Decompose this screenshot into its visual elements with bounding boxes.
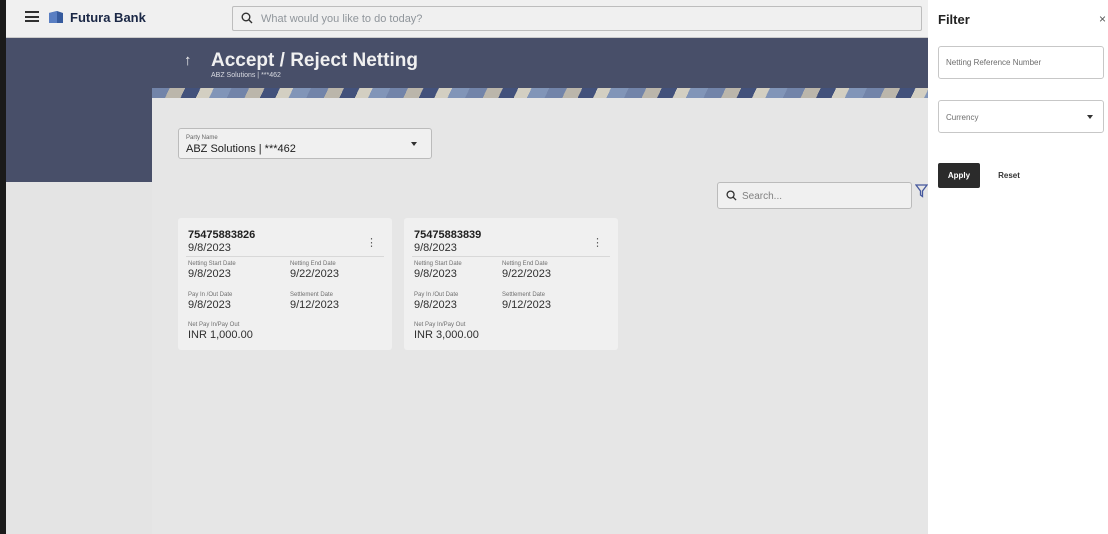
reset-button[interactable]: Reset: [992, 163, 1026, 188]
apply-button[interactable]: Apply: [938, 163, 980, 188]
netting-end-label: Netting End Date: [290, 261, 336, 267]
net-pay-label: Net Pay In/Pay Out: [188, 322, 240, 328]
filter-icon[interactable]: [915, 184, 928, 198]
filter-title: Filter: [938, 12, 970, 27]
brand-name: Futura Bank: [70, 10, 146, 25]
header-banner: [152, 88, 928, 98]
up-arrow-icon[interactable]: ↑: [184, 52, 192, 69]
filter-panel: Filter × Currency Apply Reset: [928, 0, 1108, 534]
page-subtitle: ABZ Solutions | ***462: [211, 72, 281, 79]
netting-reference: 75475883826: [188, 229, 256, 241]
global-search[interactable]: [232, 6, 922, 31]
card-divider: [186, 256, 384, 257]
currency-dropdown[interactable]: Currency: [938, 100, 1104, 133]
search-icon: [726, 190, 737, 201]
chevron-down-icon: [1087, 115, 1093, 119]
party-name-dropdown[interactable]: Party Name ABZ Solutions | ***462: [178, 128, 432, 159]
currency-value: Currency: [946, 113, 979, 122]
kebab-icon[interactable]: ⋮: [592, 236, 603, 249]
card-divider: [412, 256, 610, 257]
netting-start-label: Netting Start Date: [414, 261, 462, 267]
list-search[interactable]: [717, 182, 912, 209]
bank-logo-icon: [49, 11, 63, 23]
netting-card[interactable]: 75475883839 9/8/2023 ⋮ Netting Start Dat…: [404, 218, 618, 350]
close-icon[interactable]: ×: [1099, 12, 1106, 26]
page-title: Accept / Reject Netting: [211, 50, 418, 71]
netting-date: 9/8/2023: [188, 242, 231, 254]
netting-start-value: 9/8/2023: [188, 268, 231, 280]
party-name-value: ABZ Solutions | ***462: [186, 143, 296, 155]
main-app: Futura Bank ↑ Accept / Reject Netting AB…: [0, 0, 928, 534]
settlement-date-value: 9/12/2023: [502, 299, 551, 311]
hamburger-icon[interactable]: [25, 11, 39, 22]
pay-date-value: 9/8/2023: [414, 299, 457, 311]
party-name-label: Party Name: [186, 135, 218, 141]
pay-date-value: 9/8/2023: [188, 299, 231, 311]
netting-end-value: 9/22/2023: [502, 268, 551, 280]
netting-start-value: 9/8/2023: [414, 268, 457, 280]
netting-reference-input[interactable]: [938, 46, 1104, 79]
netting-card[interactable]: 75475883826 9/8/2023 ⋮ Netting Start Dat…: [178, 218, 392, 350]
settlement-date-label: Settlement Date: [290, 292, 334, 298]
pay-date-label: Pay In /Out Date: [414, 292, 459, 298]
net-pay-value: INR 1,000.00: [188, 329, 253, 341]
top-bar: Futura Bank: [6, 0, 928, 38]
settlement-date-value: 9/12/2023: [290, 299, 339, 311]
settlement-date-label: Settlement Date: [502, 292, 546, 298]
netting-reference: 75475883839: [414, 229, 482, 241]
global-search-input[interactable]: [261, 10, 901, 28]
netting-end-label: Netting End Date: [502, 261, 548, 267]
kebab-icon[interactable]: ⋮: [366, 236, 377, 249]
pay-date-label: Pay In /Out Date: [188, 292, 233, 298]
netting-date: 9/8/2023: [414, 242, 457, 254]
chevron-down-icon: [411, 142, 417, 146]
search-icon: [241, 12, 253, 24]
netting-end-value: 9/22/2023: [290, 268, 339, 280]
net-pay-value: INR 3,000.00: [414, 329, 479, 341]
list-search-input[interactable]: [742, 188, 902, 204]
netting-start-label: Netting Start Date: [188, 261, 236, 267]
net-pay-label: Net Pay In/Pay Out: [414, 322, 466, 328]
